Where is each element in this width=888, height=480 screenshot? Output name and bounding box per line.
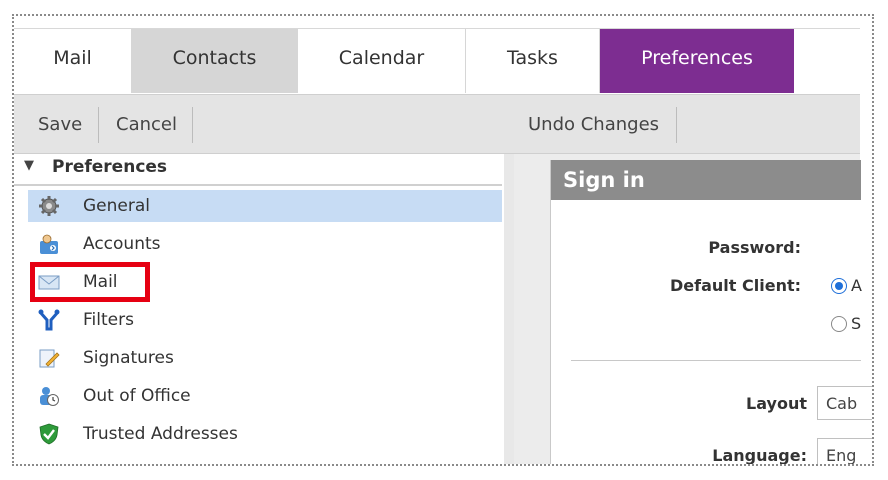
- default-client-option-1-label: A: [851, 276, 862, 295]
- gear-icon: [39, 196, 59, 216]
- tree-item-mail[interactable]: Mail: [28, 266, 502, 298]
- tree-item-trusted-addresses[interactable]: Trusted Addresses: [28, 418, 502, 450]
- undo-changes-button[interactable]: Undo Changes: [520, 109, 667, 141]
- filter-icon: [38, 309, 60, 331]
- tree-item-filters[interactable]: Filters: [28, 304, 502, 336]
- tree-item-label: Out of Office: [83, 386, 191, 406]
- toolbar: Save Cancel Undo Changes: [14, 94, 860, 154]
- default-client-option-2[interactable]: [831, 316, 847, 332]
- tree-header[interactable]: ▼ Preferences: [14, 154, 502, 186]
- tab-contacts[interactable]: Contacts: [132, 29, 298, 93]
- tree-item-signatures[interactable]: Signatures: [28, 342, 502, 374]
- app-window: Mail Contacts Calendar Tasks Preferences…: [12, 14, 874, 466]
- layout-select[interactable]: Cab: [817, 386, 872, 420]
- preferences-tree: ▼ Preferences General Accounts Mail Filt…: [14, 154, 505, 464]
- toolbar-separator: [192, 107, 193, 143]
- tree-item-label: General: [83, 196, 150, 216]
- collapse-arrow-icon[interactable]: ▼: [24, 158, 34, 173]
- tab-preferences[interactable]: Preferences: [600, 29, 794, 93]
- default-client-label: Default Client:: [670, 276, 801, 295]
- tab-tasks[interactable]: Tasks: [466, 29, 600, 93]
- panel-title: Sign in: [551, 160, 861, 200]
- toolbar-separator: [98, 107, 99, 143]
- tree-item-label: Accounts: [83, 234, 161, 254]
- tree-item-out-of-office[interactable]: Out of Office: [28, 380, 502, 412]
- tab-calendar[interactable]: Calendar: [298, 29, 466, 93]
- layout-label: Layout: [746, 394, 807, 413]
- sign-in-panel: Sign in Password: Default Client: A S La…: [550, 160, 872, 465]
- cancel-button[interactable]: Cancel: [108, 109, 185, 141]
- tree-item-general[interactable]: General: [28, 190, 502, 222]
- out-of-office-icon: [40, 387, 59, 406]
- tree-item-accounts[interactable]: Accounts: [28, 228, 502, 260]
- password-label: Password:: [708, 238, 801, 257]
- default-client-option-1[interactable]: [831, 278, 847, 294]
- accounts-icon: [40, 234, 58, 254]
- tree-item-label: Filters: [83, 310, 134, 330]
- toolbar-separator: [676, 107, 677, 143]
- section-divider: [571, 360, 861, 361]
- settings-area: Sign in Password: Default Client: A S La…: [514, 154, 872, 465]
- signature-icon: [39, 349, 60, 368]
- shield-check-icon: [39, 423, 59, 445]
- default-client-option-2-label: S: [851, 314, 862, 333]
- tree-header-title: Preferences: [52, 157, 168, 177]
- envelope-icon: [38, 275, 60, 290]
- tab-bar: Mail Contacts Calendar Tasks Preferences: [14, 28, 860, 95]
- language-label: Language:: [712, 446, 807, 465]
- tree-item-label: Trusted Addresses: [83, 424, 238, 444]
- tree-item-label: Mail: [83, 272, 118, 292]
- tree-item-label: Signatures: [83, 348, 174, 368]
- tab-mail[interactable]: Mail: [14, 29, 132, 93]
- save-button[interactable]: Save: [30, 109, 90, 141]
- language-select[interactable]: Eng: [817, 438, 872, 464]
